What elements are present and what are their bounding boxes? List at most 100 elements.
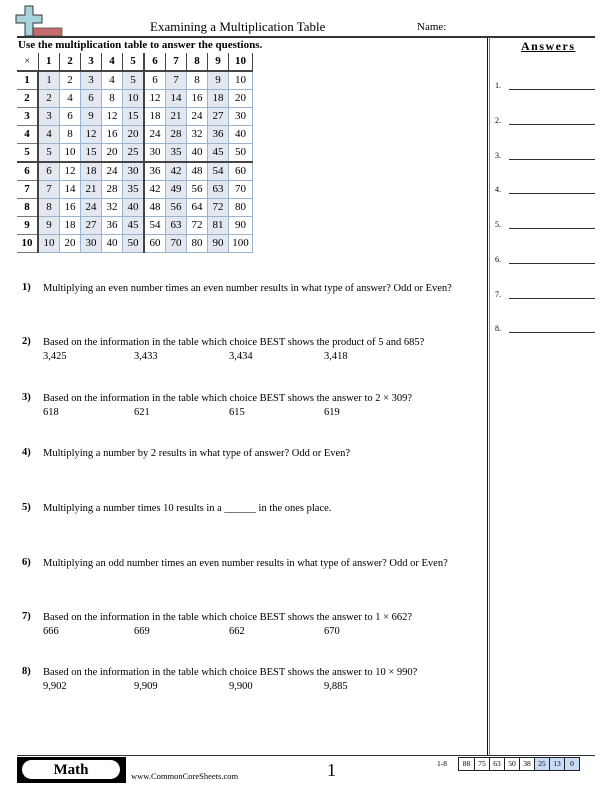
answer-line[interactable] (509, 228, 595, 229)
table-cell: 54 (143, 216, 166, 235)
score-range-label: 1-8 (437, 759, 447, 768)
answer-number: 8. (495, 324, 501, 333)
table-cell: 4 (59, 89, 81, 108)
table-cell: 3 (80, 70, 102, 90)
table-cell: 3 (37, 107, 60, 126)
table-cell: 6 (37, 161, 60, 181)
question: 7) Based on the information in the table … (22, 611, 482, 643)
table-cell: 21 (165, 107, 187, 126)
table-row: 6 6 12 18 24 30 36 42 48 54 60 (17, 161, 253, 181)
table-cell: 40 (186, 143, 208, 163)
answer-field[interactable]: 6. (495, 253, 595, 267)
table-cell: 60 (228, 161, 253, 181)
row-header: 2 (17, 89, 39, 108)
table-cell: 70 (228, 180, 253, 199)
instructions: Use the multiplication table to answer t… (18, 39, 263, 51)
answer-line[interactable] (509, 159, 595, 160)
column-header: 3 (80, 53, 102, 72)
answer-choice: 666 (43, 626, 59, 637)
table-cell: 12 (59, 161, 81, 181)
answer-line[interactable] (509, 332, 595, 333)
answer-line[interactable] (509, 298, 595, 299)
row-header: 1 (17, 70, 39, 90)
question-number: 6) (22, 557, 31, 568)
table-cell: 56 (165, 198, 187, 217)
score-cell: 50 (504, 758, 519, 770)
answer-field[interactable]: 7. (495, 288, 595, 302)
answer-line[interactable] (509, 193, 595, 194)
question: 5) Multiplying a number times 10 results … (22, 502, 482, 534)
answer-number: 7. (495, 290, 501, 299)
answer-choice: 9,902 (43, 681, 67, 692)
row-header: 4 (17, 125, 39, 144)
table-row: 7 7 14 21 28 35 42 49 56 63 70 (17, 180, 253, 199)
table-cell: 81 (207, 216, 229, 235)
answer-choice: 9,909 (134, 681, 158, 692)
answer-field[interactable]: 3. (495, 149, 595, 163)
table-cell: 42 (143, 180, 166, 199)
table-cell: 32 (101, 198, 123, 217)
answer-choices: 666 669 662 670 (43, 626, 483, 640)
column-header: 6 (143, 53, 166, 72)
question-number: 5) (22, 502, 31, 513)
table-cell: 15 (80, 143, 102, 163)
table-cell: 35 (165, 143, 187, 163)
question: 2) Based on the information in the table … (22, 336, 482, 368)
score-cell: 25 (534, 758, 549, 770)
answer-field[interactable]: 8. (495, 322, 595, 336)
table-cell: 30 (80, 234, 102, 253)
table-cell: 45 (122, 216, 145, 235)
question-text: Based on the information in the table wh… (43, 393, 413, 404)
table-cell: 40 (228, 125, 253, 144)
worksheet-title: Examining a Multiplication Table (150, 19, 326, 34)
table-cell: 63 (165, 216, 187, 235)
subject-badge: Math (17, 757, 126, 783)
table-cell: 64 (186, 198, 208, 217)
question-number: 4) (22, 447, 31, 458)
answer-field[interactable]: 5. (495, 218, 595, 232)
table-cell: 72 (186, 216, 208, 235)
answer-choice: 618 (43, 407, 59, 418)
answer-choice: 619 (324, 407, 340, 418)
answer-choices: 9,902 9,909 9,900 9,885 (43, 681, 483, 695)
table-cell: 63 (207, 180, 229, 199)
table-cell: 45 (207, 143, 229, 163)
table-cell: 54 (207, 161, 229, 181)
question-number: 2) (22, 336, 31, 347)
table-cell: 9 (80, 107, 102, 126)
name-label: Name: (417, 21, 447, 33)
score-cell: 0 (564, 758, 579, 770)
answer-field[interactable]: 2. (495, 114, 595, 128)
answer-field[interactable]: 1. (495, 79, 595, 93)
answer-line[interactable] (509, 89, 595, 90)
score-cell: 88 (462, 759, 471, 768)
answer-line[interactable] (509, 263, 595, 264)
column-header: 10 (228, 53, 253, 72)
table-row: 8 8 16 24 32 40 48 56 64 72 80 (17, 198, 253, 217)
answer-line[interactable] (509, 124, 595, 125)
table-cell: 24 (101, 161, 123, 181)
answer-field[interactable]: 4. (495, 183, 595, 197)
table-cell: 18 (207, 89, 229, 108)
table-cell: 50 (228, 143, 253, 163)
table-cell: 12 (101, 107, 123, 126)
table-cell: 40 (122, 198, 145, 217)
table-cell: 27 (207, 107, 229, 126)
table-cell: 16 (186, 89, 208, 108)
answer-choice: 9,900 (229, 681, 253, 692)
table-cell: 40 (101, 234, 123, 253)
table-cell: 36 (101, 216, 123, 235)
table-corner: × (17, 53, 39, 72)
answers-divider (487, 37, 490, 755)
answer-number: 6. (495, 255, 501, 264)
table-cell: 28 (101, 180, 123, 199)
subject-label: Math (22, 760, 120, 779)
table-cell: 25 (122, 143, 145, 163)
table-cell: 16 (59, 198, 81, 217)
table-cell: 14 (165, 89, 187, 108)
answers-title: Answers (521, 39, 576, 53)
table-cell: 1 (37, 70, 60, 90)
table-cell: 6 (59, 107, 81, 126)
table-cell: 4 (101, 70, 123, 90)
row-header: 6 (17, 161, 39, 181)
